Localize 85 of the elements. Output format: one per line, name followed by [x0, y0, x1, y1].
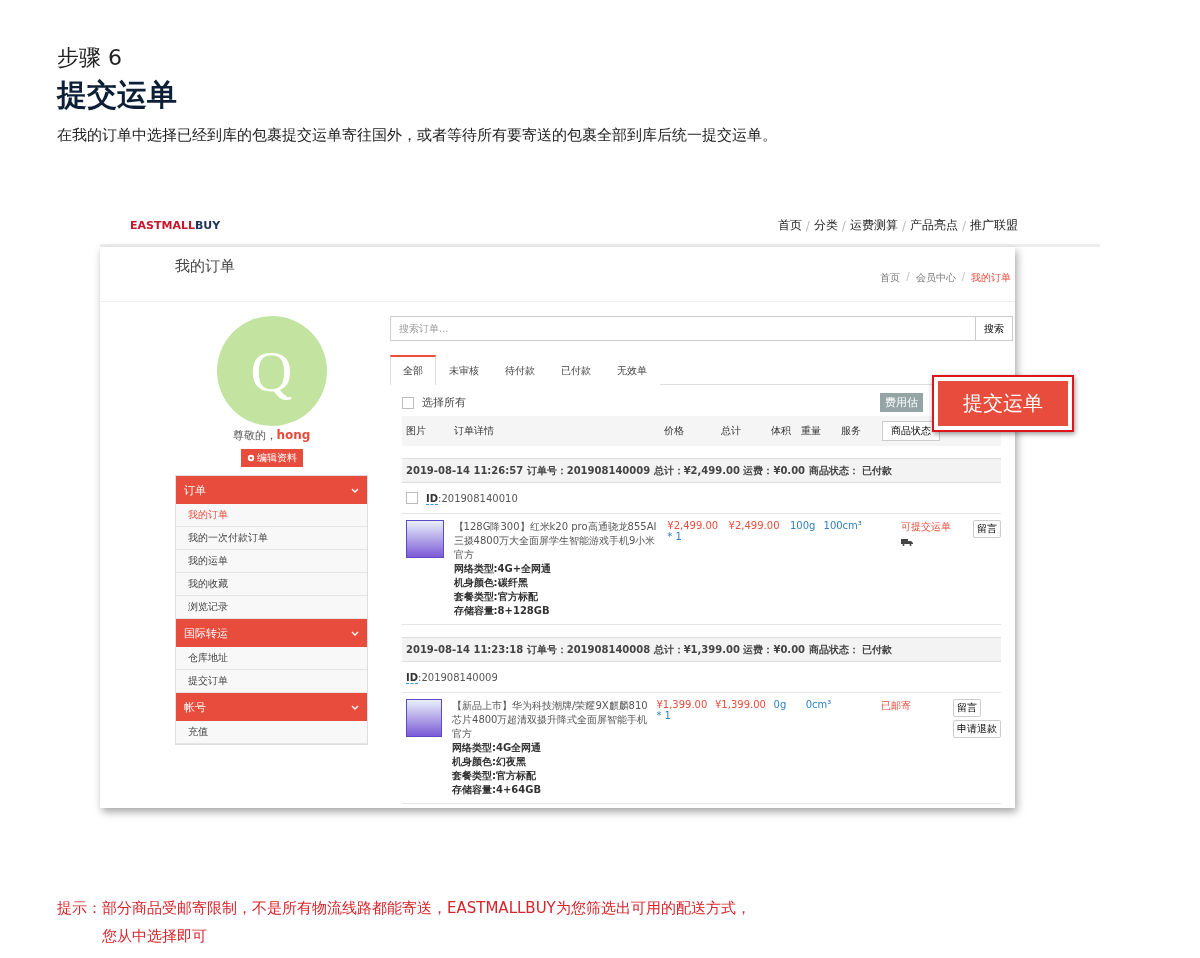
tab[interactable]: 全部	[390, 355, 436, 385]
separator: /	[906, 271, 910, 284]
menu-item[interactable]: 我的一次付款订单	[176, 527, 367, 550]
product-title: 【新品上市】华为科技潮牌/荣耀9X麒麟810芯片4800万超清双摄升降式全面屏智能手机官方	[452, 699, 649, 741]
section-title: 我的订单	[175, 257, 235, 277]
item-id: ID:201908140009	[406, 671, 498, 683]
nav-link[interactable]: 首页	[777, 217, 802, 234]
hint-text: 部分商品受邮寄限制，不是所有物流线路都能寄送，EASTMALLBUY为您筛选出可用的配送方式， 您从中选择即可	[102, 898, 751, 947]
unit-price: ¥2,499.00	[667, 520, 720, 531]
volume: 100cm³	[823, 520, 863, 533]
quantity: * 1	[667, 531, 683, 542]
volume: 0cm³	[805, 699, 833, 712]
menu-section-header[interactable]: 帐号	[176, 693, 367, 721]
column-header: 价格	[663, 424, 685, 438]
quantity: * 1	[656, 710, 672, 721]
edit-profile-button[interactable]: 编辑资料	[240, 449, 303, 467]
product-image	[406, 699, 443, 737]
menu-section-header[interactable]: 订单	[176, 476, 367, 504]
unit-price: ¥1,399.00	[656, 699, 709, 710]
breadcrumb-link[interactable]: 首页	[880, 271, 901, 301]
menu-item[interactable]: 我的运单	[176, 550, 367, 573]
hint-label: 提示：	[57, 898, 102, 919]
menu-item[interactable]: 充值	[176, 721, 367, 744]
search-button[interactable]: 搜索	[976, 316, 1013, 341]
column-header: 订单详情	[453, 424, 495, 438]
total-price: ¥2,499.00	[728, 520, 781, 533]
menu-section-header[interactable]: 国际转运	[176, 619, 367, 647]
checkbox[interactable]	[406, 492, 418, 504]
shipping-status: 已邮寄	[881, 699, 912, 713]
product-spec: 套餐类型:官方标配	[452, 769, 538, 783]
product-spec: 网络类型:4G+全网通	[453, 562, 553, 576]
chevron-icon	[351, 630, 359, 636]
checkbox-label: 选择所有	[422, 395, 466, 410]
action-button[interactable]: 申请退款	[953, 720, 1001, 738]
menu-item[interactable]: 提交订单	[176, 670, 367, 693]
order-header: 2019-08-14 11:26:57 订单号：201908140009 总计：¥2,499.00 运费：¥0.00 商品状态： 已付款	[402, 458, 1001, 483]
separator: /	[961, 271, 965, 284]
separator: /	[901, 218, 906, 233]
weight: 0g	[773, 699, 788, 712]
nav-link[interactable]: 分类	[813, 217, 838, 234]
product-spec: 机身颜色:幻夜黑	[452, 755, 528, 769]
action-button[interactable]: 留言	[973, 520, 1001, 538]
separator: /	[841, 218, 846, 233]
status-filter-button[interactable]: 商品状态	[882, 421, 940, 441]
checkbox[interactable]	[402, 396, 414, 409]
step-label: 步骤 6	[57, 44, 123, 72]
greeting: 尊敬的，hong	[232, 428, 311, 443]
menu-item[interactable]: 仓库地址	[176, 647, 367, 670]
column-header: 服务	[840, 424, 862, 438]
product-spec: 存储容量:8+128GB	[453, 604, 551, 618]
product-spec: 网络类型:4G全网通	[452, 741, 543, 755]
column-header: 总计	[720, 424, 742, 438]
separator: /	[961, 218, 966, 233]
shipping-status: 可提交运单	[901, 520, 952, 534]
page-title: 提交运单	[57, 76, 178, 114]
product-spec: 机身颜色:碳纤黑	[453, 576, 529, 590]
submit-waybill-button[interactable]: 提交运单	[932, 375, 1074, 432]
product-spec: 存储容量:4+64GB	[452, 783, 543, 797]
menu-item[interactable]: 我的订单	[176, 504, 367, 527]
search-field[interactable]: 搜索订单...	[390, 316, 976, 341]
avatar: Q	[216, 316, 327, 426]
action-button[interactable]: 留言	[953, 699, 981, 717]
breadcrumb-link[interactable]: 会员中心	[915, 271, 956, 301]
nav-link[interactable]: 推广联盟	[970, 217, 1018, 234]
chevron-icon	[351, 704, 359, 710]
column-header: 体积	[770, 424, 792, 438]
menu-item[interactable]: 浏览记录	[176, 596, 367, 619]
breadcrumb-link[interactable]: 我的订单	[971, 271, 1011, 301]
product-image	[406, 520, 444, 558]
weight: 100g	[789, 520, 817, 533]
description: 在我的订单中选择已经到库的包裹提交运单寄往国外，或者等待所有要寄送的包裹全部到库后统一提交运单。	[57, 126, 778, 145]
product-title: 【128G降300】红米k20 pro高通骁龙855AI三摄4800万大全面屏学生智能游戏手机9小米官方	[453, 520, 658, 562]
order-header: 2019-08-14 11:23:18 订单号：201908140008 总计：¥1,399.00 运费：¥0.00 商品状态： 已付款	[402, 637, 1001, 662]
nav-link[interactable]: 产品亮点	[909, 217, 958, 234]
nav-link[interactable]: 运费测算	[849, 217, 898, 234]
column-header: 图片	[405, 424, 427, 438]
product-spec: 套餐类型:官方标配	[453, 590, 539, 604]
chevron-icon	[351, 487, 359, 493]
brand-logo[interactable]: EASTMALLBUY	[130, 219, 221, 232]
column-header: 重量	[800, 424, 822, 438]
menu-item[interactable]: 我的收藏	[176, 573, 367, 596]
separator: /	[805, 218, 810, 233]
gear-icon	[246, 454, 255, 462]
item-id: ID:201908140010	[426, 492, 518, 504]
total-price: ¥1,399.00	[715, 699, 767, 712]
